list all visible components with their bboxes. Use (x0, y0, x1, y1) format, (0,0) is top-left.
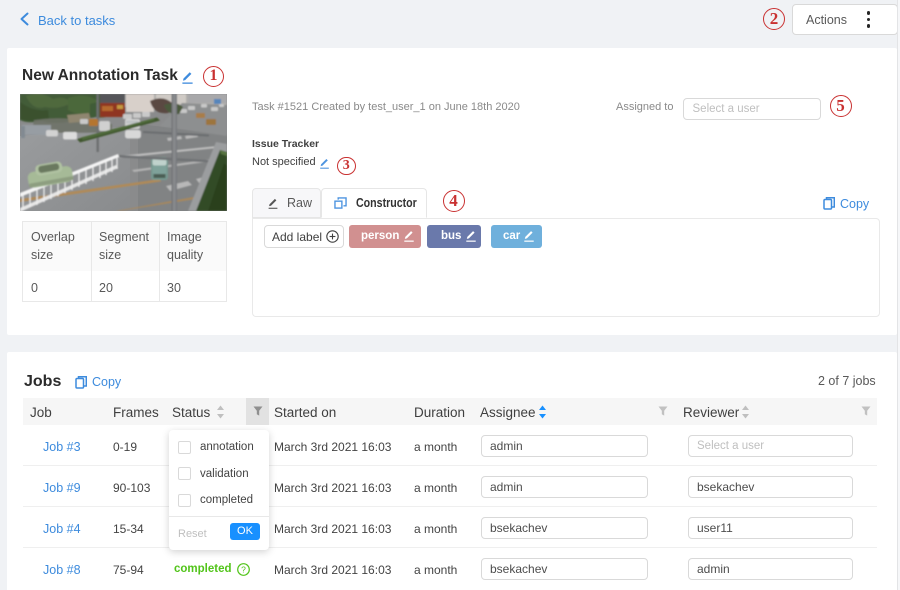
svg-text:?: ? (241, 564, 246, 574)
